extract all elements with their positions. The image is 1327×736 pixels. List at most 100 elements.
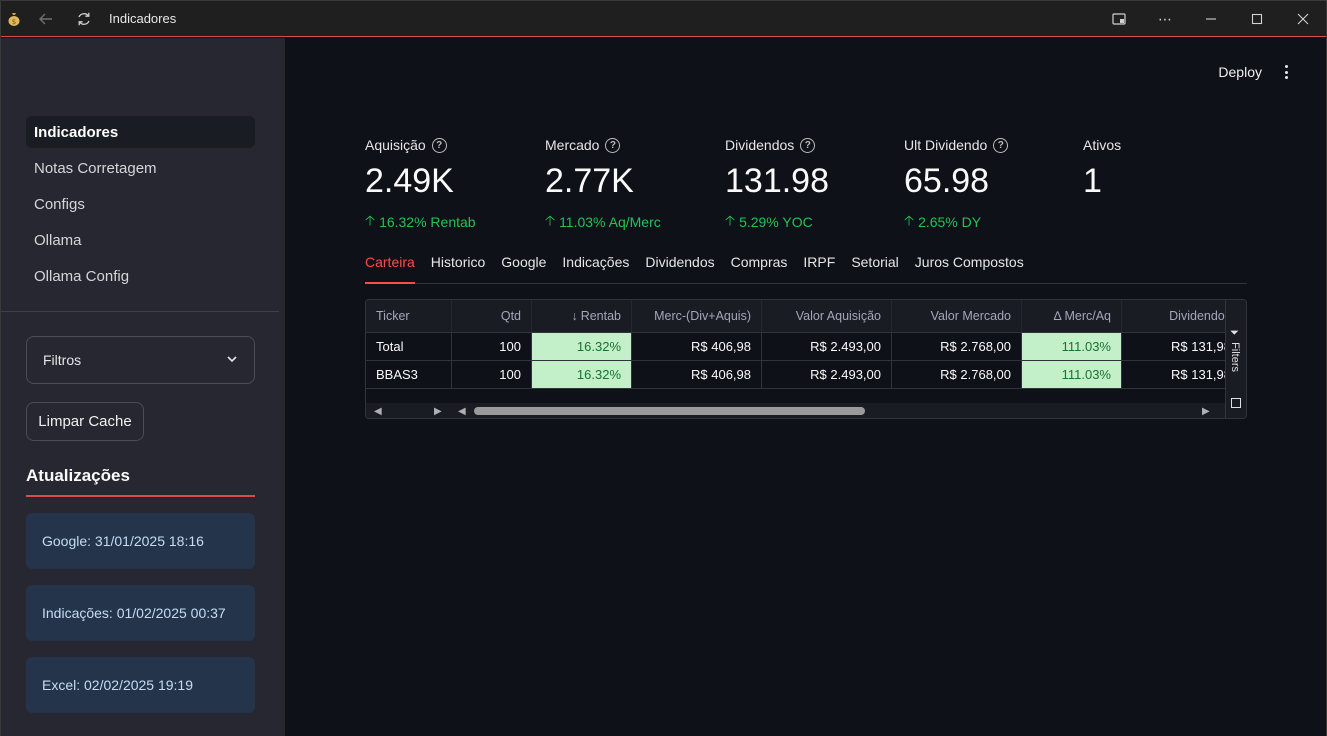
- tab-compras[interactable]: Compras: [731, 250, 788, 283]
- cell-ticker[interactable]: BBAS3: [366, 361, 452, 388]
- metric-label: Mercado: [545, 137, 600, 153]
- arrow-up-icon: 🡡: [904, 212, 915, 228]
- help-icon[interactable]: ?: [431, 137, 447, 153]
- sidebar-divider: [1, 311, 279, 312]
- column-header-qtd[interactable]: Qtd: [452, 300, 532, 332]
- more-options-icon[interactable]: ⋯: [1142, 1, 1188, 37]
- app-window: $ Indicadores ⋯ Indicadores Notas Corret…: [0, 0, 1327, 736]
- metric-value: 65.98: [904, 162, 990, 200]
- filters-expander[interactable]: Filtros: [26, 336, 255, 384]
- metric-mercado: Mercado? 2.77K 🡡 11.03% Aq/Merc: [545, 135, 715, 234]
- cell-dividendos[interactable]: R$ 131,98: [1122, 361, 1226, 388]
- metric-value: 1: [1083, 162, 1102, 200]
- metric-delta: 2.65% DY: [918, 214, 982, 230]
- grid-side-toolbar: ⏷ Filters: [1225, 300, 1246, 418]
- metric-label: Ult Dividendo: [904, 137, 988, 153]
- scroll-right-icon[interactable]: ▶: [1202, 406, 1210, 417]
- updates-heading: Atualizações: [26, 466, 130, 485]
- column-header-valor-mercado[interactable]: Valor Mercado: [892, 300, 1022, 332]
- metric-label: Ativos: [1083, 137, 1122, 153]
- cell-merc-div-aquis[interactable]: R$ 406,98: [632, 361, 762, 388]
- tab-juros-compostos[interactable]: Juros Compostos: [915, 250, 1024, 283]
- funnel-icon: ⏷: [1229, 328, 1241, 343]
- main-menu-icon[interactable]: [1280, 62, 1292, 82]
- tab-google[interactable]: Google: [501, 250, 546, 283]
- tab-carteira[interactable]: Carteira: [365, 250, 415, 284]
- sidebar-item-ollama-config[interactable]: Ollama Config: [26, 260, 255, 292]
- column-header-ticker[interactable]: Ticker: [366, 300, 452, 332]
- clear-cache-button[interactable]: Limpar Cache: [26, 402, 144, 441]
- tab-setorial[interactable]: Setorial: [851, 250, 898, 283]
- close-icon[interactable]: [1280, 1, 1326, 37]
- metric-ult-dividendo: Ult Dividendo? 65.98 🡡 2.65% DY: [904, 135, 1074, 234]
- scrollbar-thumb[interactable]: [474, 407, 865, 415]
- table-header-row: Ticker Qtd ↓ Rentab Merc-(Div+Aquis) Valo…: [366, 300, 1226, 333]
- tab-historico[interactable]: Historico: [431, 250, 485, 283]
- metric-delta: 16.32% Rentab: [379, 214, 476, 230]
- back-arrow-icon[interactable]: [27, 1, 65, 37]
- money-bag-icon: $: [1, 1, 27, 37]
- cell-valor-aquisicao[interactable]: R$ 2.493,00: [762, 361, 892, 388]
- update-card-indicacoes: Indicações: 01/02/2025 00:37: [26, 585, 255, 641]
- cell-merc-aq[interactable]: 111.03%: [1022, 333, 1122, 360]
- scroll-left-icon[interactable]: ◀: [374, 406, 382, 417]
- metric-aquisicao: Aquisição? 2.49K 🡡 16.32% Rentab: [365, 135, 535, 234]
- cell-ticker[interactable]: Total: [366, 333, 452, 360]
- metric-delta: 11.03% Aq/Merc: [559, 214, 661, 230]
- tab-indicacoes[interactable]: Indicações: [562, 250, 629, 283]
- cell-valor-aquisicao[interactable]: R$ 2.493,00: [762, 333, 892, 360]
- arrow-up-icon: 🡡: [725, 212, 736, 228]
- column-header-rentab[interactable]: ↓ Rentab: [532, 300, 632, 332]
- sidebar-item-configs[interactable]: Configs: [26, 188, 255, 220]
- cell-dividendos[interactable]: R$ 131,98: [1122, 333, 1226, 360]
- table-row[interactable]: BBAS3 100 16.32% R$ 406,98 R$ 2.493,00 R…: [366, 361, 1226, 389]
- cell-valor-mercado[interactable]: R$ 2.768,00: [892, 361, 1022, 388]
- column-header-valor-aquisicao[interactable]: Valor Aquisição: [762, 300, 892, 332]
- cast-icon[interactable]: [1096, 1, 1142, 37]
- minimize-icon[interactable]: [1188, 1, 1234, 37]
- metric-value: 2.49K: [365, 162, 454, 200]
- refresh-icon[interactable]: [65, 1, 103, 37]
- column-header-merc-aq[interactable]: ∆ Merc/Aq: [1022, 300, 1122, 332]
- tab-irpf[interactable]: IRPF: [803, 250, 835, 283]
- sidebar-item-ollama[interactable]: Ollama: [26, 224, 255, 256]
- scroll-right-icon[interactable]: ▶: [434, 406, 442, 417]
- cell-merc-div-aquis[interactable]: R$ 406,98: [632, 333, 762, 360]
- metric-label: Aquisição: [365, 137, 426, 153]
- scroll-left-icon[interactable]: ◀: [458, 406, 466, 417]
- svg-text:$: $: [12, 18, 16, 26]
- cell-qtd[interactable]: 100: [452, 361, 532, 388]
- updates-divider: [26, 495, 255, 497]
- cell-rentab[interactable]: 16.32%: [532, 333, 632, 360]
- column-header-dividendos[interactable]: Dividendos: [1122, 300, 1226, 332]
- arrow-up-icon: 🡡: [545, 212, 556, 228]
- sidebar-item-notas-corretagem[interactable]: Notas Corretagem: [26, 152, 255, 184]
- cell-valor-mercado[interactable]: R$ 2.768,00: [892, 333, 1022, 360]
- tab-dividendos[interactable]: Dividendos: [645, 250, 714, 283]
- main-content: Deploy Aquisição? 2.49K 🡡 16.32% Rentab M…: [285, 38, 1326, 736]
- sort-down-arrow-icon: ↓: [571, 309, 578, 323]
- deploy-button[interactable]: Deploy: [1218, 64, 1262, 80]
- help-icon[interactable]: ?: [993, 137, 1009, 153]
- filters-label: Filtros: [43, 352, 82, 368]
- metric-value: 2.77K: [545, 162, 634, 200]
- help-icon[interactable]: ?: [800, 137, 816, 153]
- columns-panel-icon[interactable]: [1231, 398, 1241, 408]
- help-icon[interactable]: ?: [605, 137, 621, 153]
- filters-panel-toggle[interactable]: ⏷ Filters: [1229, 328, 1241, 372]
- metric-ativos: Ativos 1: [1083, 135, 1253, 201]
- sidebar-item-indicadores[interactable]: Indicadores: [26, 116, 255, 148]
- cell-rentab[interactable]: 16.32%: [532, 361, 632, 388]
- tab-bar: Carteira Historico Google Indicações Div…: [365, 250, 1247, 284]
- maximize-icon[interactable]: [1234, 1, 1280, 37]
- cell-qtd[interactable]: 100: [452, 333, 532, 360]
- portfolio-grid: Ticker Qtd ↓ Rentab Merc-(Div+Aquis) Valo…: [365, 299, 1247, 419]
- column-header-merc-div-aquis[interactable]: Merc-(Div+Aquis): [632, 300, 762, 332]
- metric-label: Dividendos: [725, 137, 795, 153]
- delta-icon: ∆: [1053, 309, 1062, 323]
- window-title: Indicadores: [109, 11, 177, 26]
- cell-merc-aq[interactable]: 111.03%: [1022, 361, 1122, 388]
- horizontal-scrollbar[interactable]: ◀ ▶ ◀ ▶: [366, 403, 1226, 418]
- arrow-up-icon: 🡡: [365, 212, 376, 228]
- table-row[interactable]: Total 100 16.32% R$ 406,98 R$ 2.493,00 R…: [366, 333, 1226, 361]
